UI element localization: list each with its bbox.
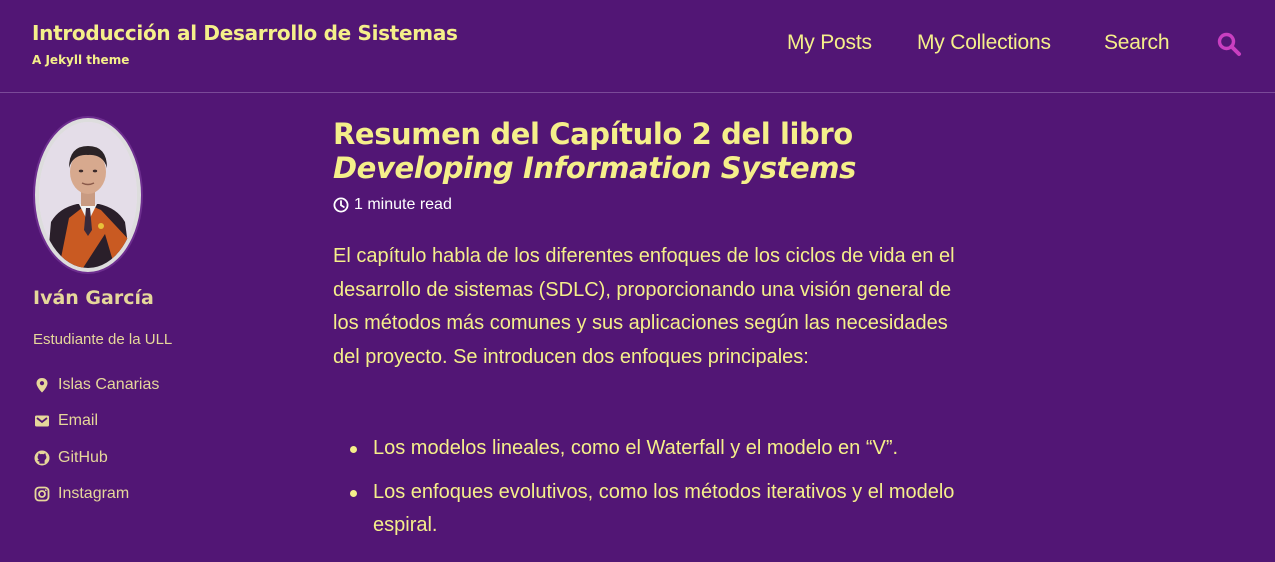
author-location[interactable]: Islas Canarias — [34, 376, 159, 394]
author-github-link[interactable]: GitHub — [34, 449, 108, 467]
nav-my-posts[interactable]: My Posts — [787, 31, 872, 55]
page-title-book: Developing Information Systems — [333, 151, 856, 185]
read-time-label: 1 minute read — [354, 196, 452, 213]
author-bio: Estudiante de la ULL — [33, 331, 173, 348]
site-title[interactable]: Introducción al Desarrollo de Sistemas — [32, 21, 458, 45]
author-email-link[interactable]: Email — [34, 412, 98, 430]
envelope-icon — [35, 415, 49, 427]
author-instagram-label: Instagram — [58, 485, 130, 502]
masthead: Introducción al Desarrollo de Sistemas A… — [0, 0, 1275, 93]
author-email-label: Email — [58, 412, 99, 429]
author-location-label: Islas Canarias — [58, 376, 160, 393]
magnifier-icon — [1217, 32, 1241, 56]
author-name: Iván García — [33, 287, 154, 309]
intro-paragraph: El capítulo habla de los diferentes enfo… — [333, 245, 955, 368]
enfoques-list: Los modelos lineales, como el Waterfall … — [333, 432, 973, 553]
read-time: 1 minute read — [333, 196, 452, 214]
author-github-label: GitHub — [58, 449, 108, 466]
page-title: Resumen del Capítulo 2 del libro Develop… — [333, 117, 856, 185]
page-title-line1: Resumen del Capítulo 2 del libro — [333, 117, 853, 151]
clock-icon — [333, 197, 349, 213]
list-item: Los enfoques evolutivos, como los método… — [333, 476, 973, 542]
nav-search[interactable]: Search — [1104, 31, 1170, 55]
search-button[interactable] — [1216, 31, 1242, 57]
nav-my-collections[interactable]: My Collections — [917, 31, 1051, 55]
list-item: Los modelos lineales, como el Waterfall … — [333, 432, 973, 465]
author-instagram-link[interactable]: Instagram — [34, 485, 129, 503]
avatar — [33, 116, 143, 274]
map-marker-icon — [36, 378, 48, 393]
github-icon — [34, 450, 50, 466]
site-subtitle: A Jekyll theme — [32, 53, 130, 67]
instagram-icon — [34, 486, 50, 502]
